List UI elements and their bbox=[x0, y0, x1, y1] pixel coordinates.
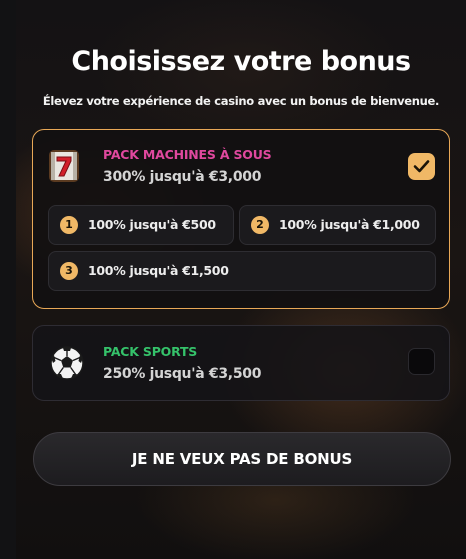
option-label: 100% jusqu'à €1,500 bbox=[88, 263, 229, 278]
pack-card-sports[interactable]: PACK SPORTS 250% jusqu'à €3,500 bbox=[32, 325, 450, 401]
pack-card-slots[interactable]: PACK MACHINES À SOUS 300% jusqu'à €3,000… bbox=[32, 129, 450, 309]
bonus-option-2[interactable]: 2 100% jusqu'à €1,000 bbox=[239, 205, 436, 245]
checkmark-icon bbox=[413, 160, 430, 173]
pack-name-slots: PACK MACHINES À SOUS bbox=[103, 147, 272, 162]
option-number-badge: 3 bbox=[60, 262, 78, 280]
slot-machine-seven-icon bbox=[47, 148, 81, 188]
page-title: Choisissez votre bonus bbox=[71, 46, 411, 77]
no-bonus-button[interactable]: JE NE VEUX PAS DE BONUS bbox=[33, 432, 451, 486]
pack-checkbox-slots[interactable] bbox=[408, 153, 435, 180]
option-label: 100% jusqu'à €1,000 bbox=[279, 217, 420, 232]
bonus-option-3[interactable]: 3 100% jusqu'à €1,500 bbox=[48, 251, 436, 291]
pack-name-sports: PACK SPORTS bbox=[103, 344, 198, 359]
pack-checkbox-sports[interactable] bbox=[408, 348, 435, 375]
option-number-badge: 1 bbox=[60, 216, 78, 234]
option-number-badge: 2 bbox=[251, 216, 269, 234]
left-edge-strip bbox=[0, 0, 16, 559]
pack-description-sports: 250% jusqu'à €3,500 bbox=[103, 366, 262, 382]
bonus-option-1[interactable]: 1 100% jusqu'à €500 bbox=[48, 205, 234, 245]
option-label: 100% jusqu'à €500 bbox=[88, 217, 216, 232]
page-subtitle: Élevez votre expérience de casino avec u… bbox=[42, 94, 440, 108]
soccer-ball-icon bbox=[49, 345, 85, 385]
pack-description-slots: 300% jusqu'à €3,000 bbox=[103, 169, 262, 185]
